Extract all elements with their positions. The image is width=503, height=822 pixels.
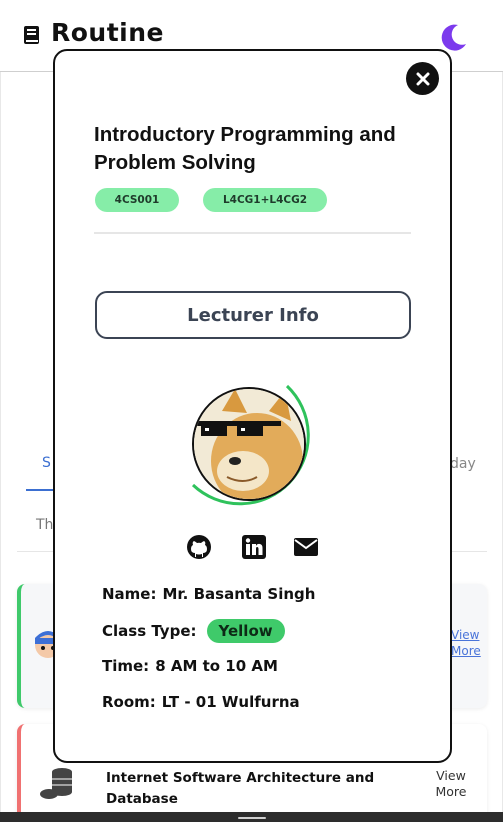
view-more-line2: More bbox=[435, 784, 467, 799]
lecturer-info-button[interactable]: Lecturer Info bbox=[95, 291, 411, 339]
day-partial[interactable]: Th bbox=[36, 517, 53, 533]
view-more-button[interactable]: View More bbox=[426, 768, 476, 800]
room-row: Room: LT - 01 Wulfurna bbox=[102, 693, 300, 711]
lecturer-name-row: Name: Mr. Basanta Singh bbox=[102, 585, 315, 603]
github-icon[interactable] bbox=[186, 534, 212, 560]
time-label: Time: bbox=[102, 657, 150, 675]
tab-partial-left[interactable]: S bbox=[42, 455, 51, 471]
social-links bbox=[185, 534, 325, 560]
view-more-link-line2[interactable]: More bbox=[451, 644, 481, 658]
view-more-line1: View bbox=[436, 768, 466, 783]
tab-partial-right[interactable]: day bbox=[450, 456, 476, 472]
app-title: Routine bbox=[51, 18, 164, 47]
class-type-row: Class Type: Yellow bbox=[102, 619, 285, 643]
course-title: Introductory Programming and Problem Sol… bbox=[94, 123, 396, 174]
linkedin-icon[interactable] bbox=[241, 534, 267, 560]
close-icon bbox=[416, 72, 429, 85]
name-value: Mr. Basanta Singh bbox=[162, 585, 316, 603]
book-icon bbox=[24, 26, 39, 44]
class-type-pill: Yellow bbox=[206, 619, 285, 643]
moon-icon[interactable] bbox=[438, 22, 468, 52]
active-tab-indicator bbox=[26, 489, 56, 491]
home-indicator[interactable] bbox=[238, 817, 266, 819]
room-value: LT - 01 Wulfurna bbox=[161, 693, 300, 711]
room-label: Room: bbox=[102, 693, 156, 711]
view-more-link[interactable]: View bbox=[451, 628, 479, 642]
name-label: Name: bbox=[102, 585, 157, 603]
close-button[interactable] bbox=[406, 62, 439, 95]
system-navigation-bar bbox=[0, 812, 503, 822]
course-name: Internet Software Architecture and Datab… bbox=[106, 770, 375, 807]
side-border-left bbox=[0, 72, 1, 812]
mail-icon[interactable] bbox=[293, 534, 319, 560]
module-code-badge: 4CS001 bbox=[95, 188, 179, 212]
time-value: 8 AM to 10 AM bbox=[155, 657, 278, 675]
database-icon bbox=[35, 764, 79, 804]
class-type-label: Class Type: bbox=[102, 622, 197, 640]
group-badge: L4CG1+L4CG2 bbox=[203, 188, 327, 212]
time-row: Time: 8 AM to 10 AM bbox=[102, 657, 278, 675]
lecturer-avatar bbox=[191, 384, 310, 506]
modal-divider bbox=[94, 232, 411, 234]
course-detail-modal: Introductory Programming and Problem Sol… bbox=[53, 49, 452, 763]
